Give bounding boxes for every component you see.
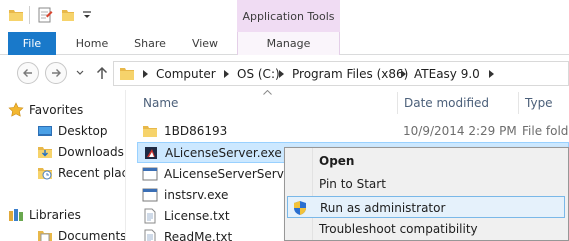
column-header-name[interactable]: Name [143, 96, 178, 110]
file-name: 1BD86193 [164, 124, 228, 138]
column-divider[interactable] [518, 92, 519, 114]
forward-button[interactable] [45, 62, 67, 84]
license-server-exe-icon [145, 147, 157, 159]
address-bar[interactable]: Computer OS (C:) Program Files (x86) ATE… [113, 61, 569, 86]
desktop-icon [38, 126, 52, 136]
nav-downloads[interactable]: Downloads [37, 142, 125, 162]
column-header-type[interactable]: Type [525, 96, 553, 110]
ribbon-tabs: File Home Share View Manage [0, 32, 569, 55]
breadcrumb-ateasy-9[interactable]: ATEasy 9.0 [414, 67, 480, 81]
breadcrumb-os-c[interactable]: OS (C:) [237, 67, 280, 81]
title-bar: Application Tools [0, 0, 569, 32]
context-menu: Open Pin to Start Run as administrator T… [284, 147, 569, 241]
breadcrumb-separator-icon[interactable] [223, 70, 230, 78]
recent-locations-chevron-icon[interactable] [76, 69, 84, 77]
file-name: instsrv.exe [164, 188, 229, 202]
file-type: File folder [522, 124, 569, 138]
menu-item-run-as-administrator[interactable]: Run as administrator [287, 196, 565, 218]
tab-home[interactable]: Home [66, 32, 118, 55]
navigation-pane: Favorites Desktop Downloads Recent place… [0, 90, 125, 241]
text-file-icon [144, 229, 156, 241]
menu-item-pin-to-start[interactable]: Pin to Start [287, 173, 565, 195]
uac-shield-icon [294, 201, 306, 215]
forward-arrow-icon [52, 69, 61, 77]
up-arrow-icon[interactable] [94, 65, 110, 81]
nav-documents[interactable]: Documents [37, 226, 125, 241]
properties-icon[interactable] [37, 7, 53, 23]
nav-libraries[interactable]: Libraries [8, 205, 125, 225]
nav-desktop[interactable]: Desktop [37, 121, 125, 141]
breadcrumb-separator-icon[interactable] [278, 70, 285, 78]
documents-icon [38, 231, 52, 241]
back-arrow-icon [23, 69, 32, 77]
breadcrumb-program-files-x86[interactable]: Program Files (x86) [292, 67, 408, 81]
nav-favorites[interactable]: Favorites [8, 100, 125, 120]
application-tools-label: Application Tools [242, 10, 335, 23]
breadcrumb-separator-icon[interactable] [142, 70, 149, 78]
application-tools-tab-group: Application Tools [237, 0, 340, 32]
folder-icon[interactable] [8, 7, 24, 23]
customize-quick-access-icon[interactable] [82, 7, 92, 23]
breadcrumb-computer[interactable]: Computer [156, 67, 216, 81]
folder-icon [120, 68, 134, 80]
tab-file[interactable]: File [8, 32, 56, 55]
file-date: 10/9/2014 2:29 PM [403, 124, 517, 138]
column-divider[interactable] [397, 92, 398, 114]
tab-manage[interactable]: Manage [237, 32, 340, 55]
folder-icon [143, 126, 157, 137]
star-icon [8, 102, 24, 117]
recent-places-icon [38, 168, 52, 180]
table-row[interactable]: 1BD86193 10/9/2014 2:29 PM File folder [137, 121, 569, 142]
file-name: ALicenseServer.exe [165, 146, 282, 160]
quick-access-separator [29, 6, 30, 24]
file-name: License.txt [164, 209, 230, 223]
column-headers: Name Date modified Type [126, 90, 569, 116]
tab-share[interactable]: Share [124, 32, 176, 55]
menu-item-open[interactable]: Open [287, 150, 565, 172]
exe-icon [142, 188, 158, 202]
sort-ascending-icon [263, 90, 272, 95]
column-header-date-modified[interactable]: Date modified [404, 96, 489, 110]
breadcrumb-separator-icon[interactable] [400, 70, 407, 78]
navigation-bar: Computer OS (C:) Program Files (x86) ATE… [0, 56, 569, 90]
menu-item-troubleshoot-compatibility[interactable]: Troubleshoot compatibility [287, 218, 565, 240]
exe-icon [142, 167, 158, 181]
libraries-icon [9, 209, 23, 221]
text-file-icon [144, 208, 156, 224]
breadcrumb-separator-icon[interactable] [488, 70, 495, 78]
file-name: ReadMe.txt [164, 230, 233, 241]
downloads-icon [38, 147, 52, 158]
new-folder-icon[interactable] [60, 7, 76, 23]
nav-recent-places[interactable]: Recent places [37, 163, 125, 183]
back-button[interactable] [17, 62, 39, 84]
tab-view[interactable]: View [180, 32, 230, 55]
